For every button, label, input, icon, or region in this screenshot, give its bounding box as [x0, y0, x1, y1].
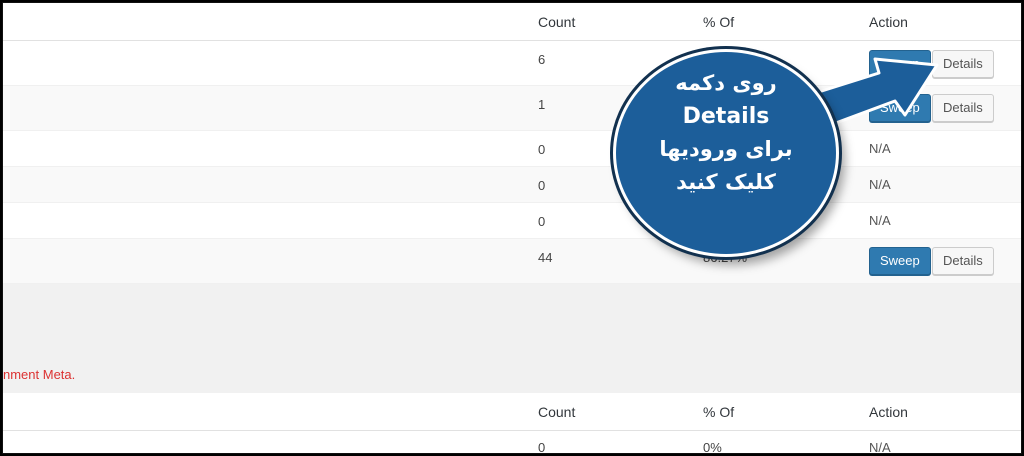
callout-line-1: روی دکمه — [675, 71, 777, 95]
callout-line-2: Details — [682, 104, 770, 129]
callout-line-3: برای ورودیها — [659, 137, 793, 161]
callout-text: روی دکمه Details برای ورودیها کلیک کنید — [613, 67, 839, 199]
screenshot-frame: Count % Of Action 6 Sweep Details 1 Swee… — [2, 2, 1022, 454]
callout-line-4: کلیک کنید — [676, 170, 776, 194]
callout-arrow-icon — [807, 57, 939, 129]
